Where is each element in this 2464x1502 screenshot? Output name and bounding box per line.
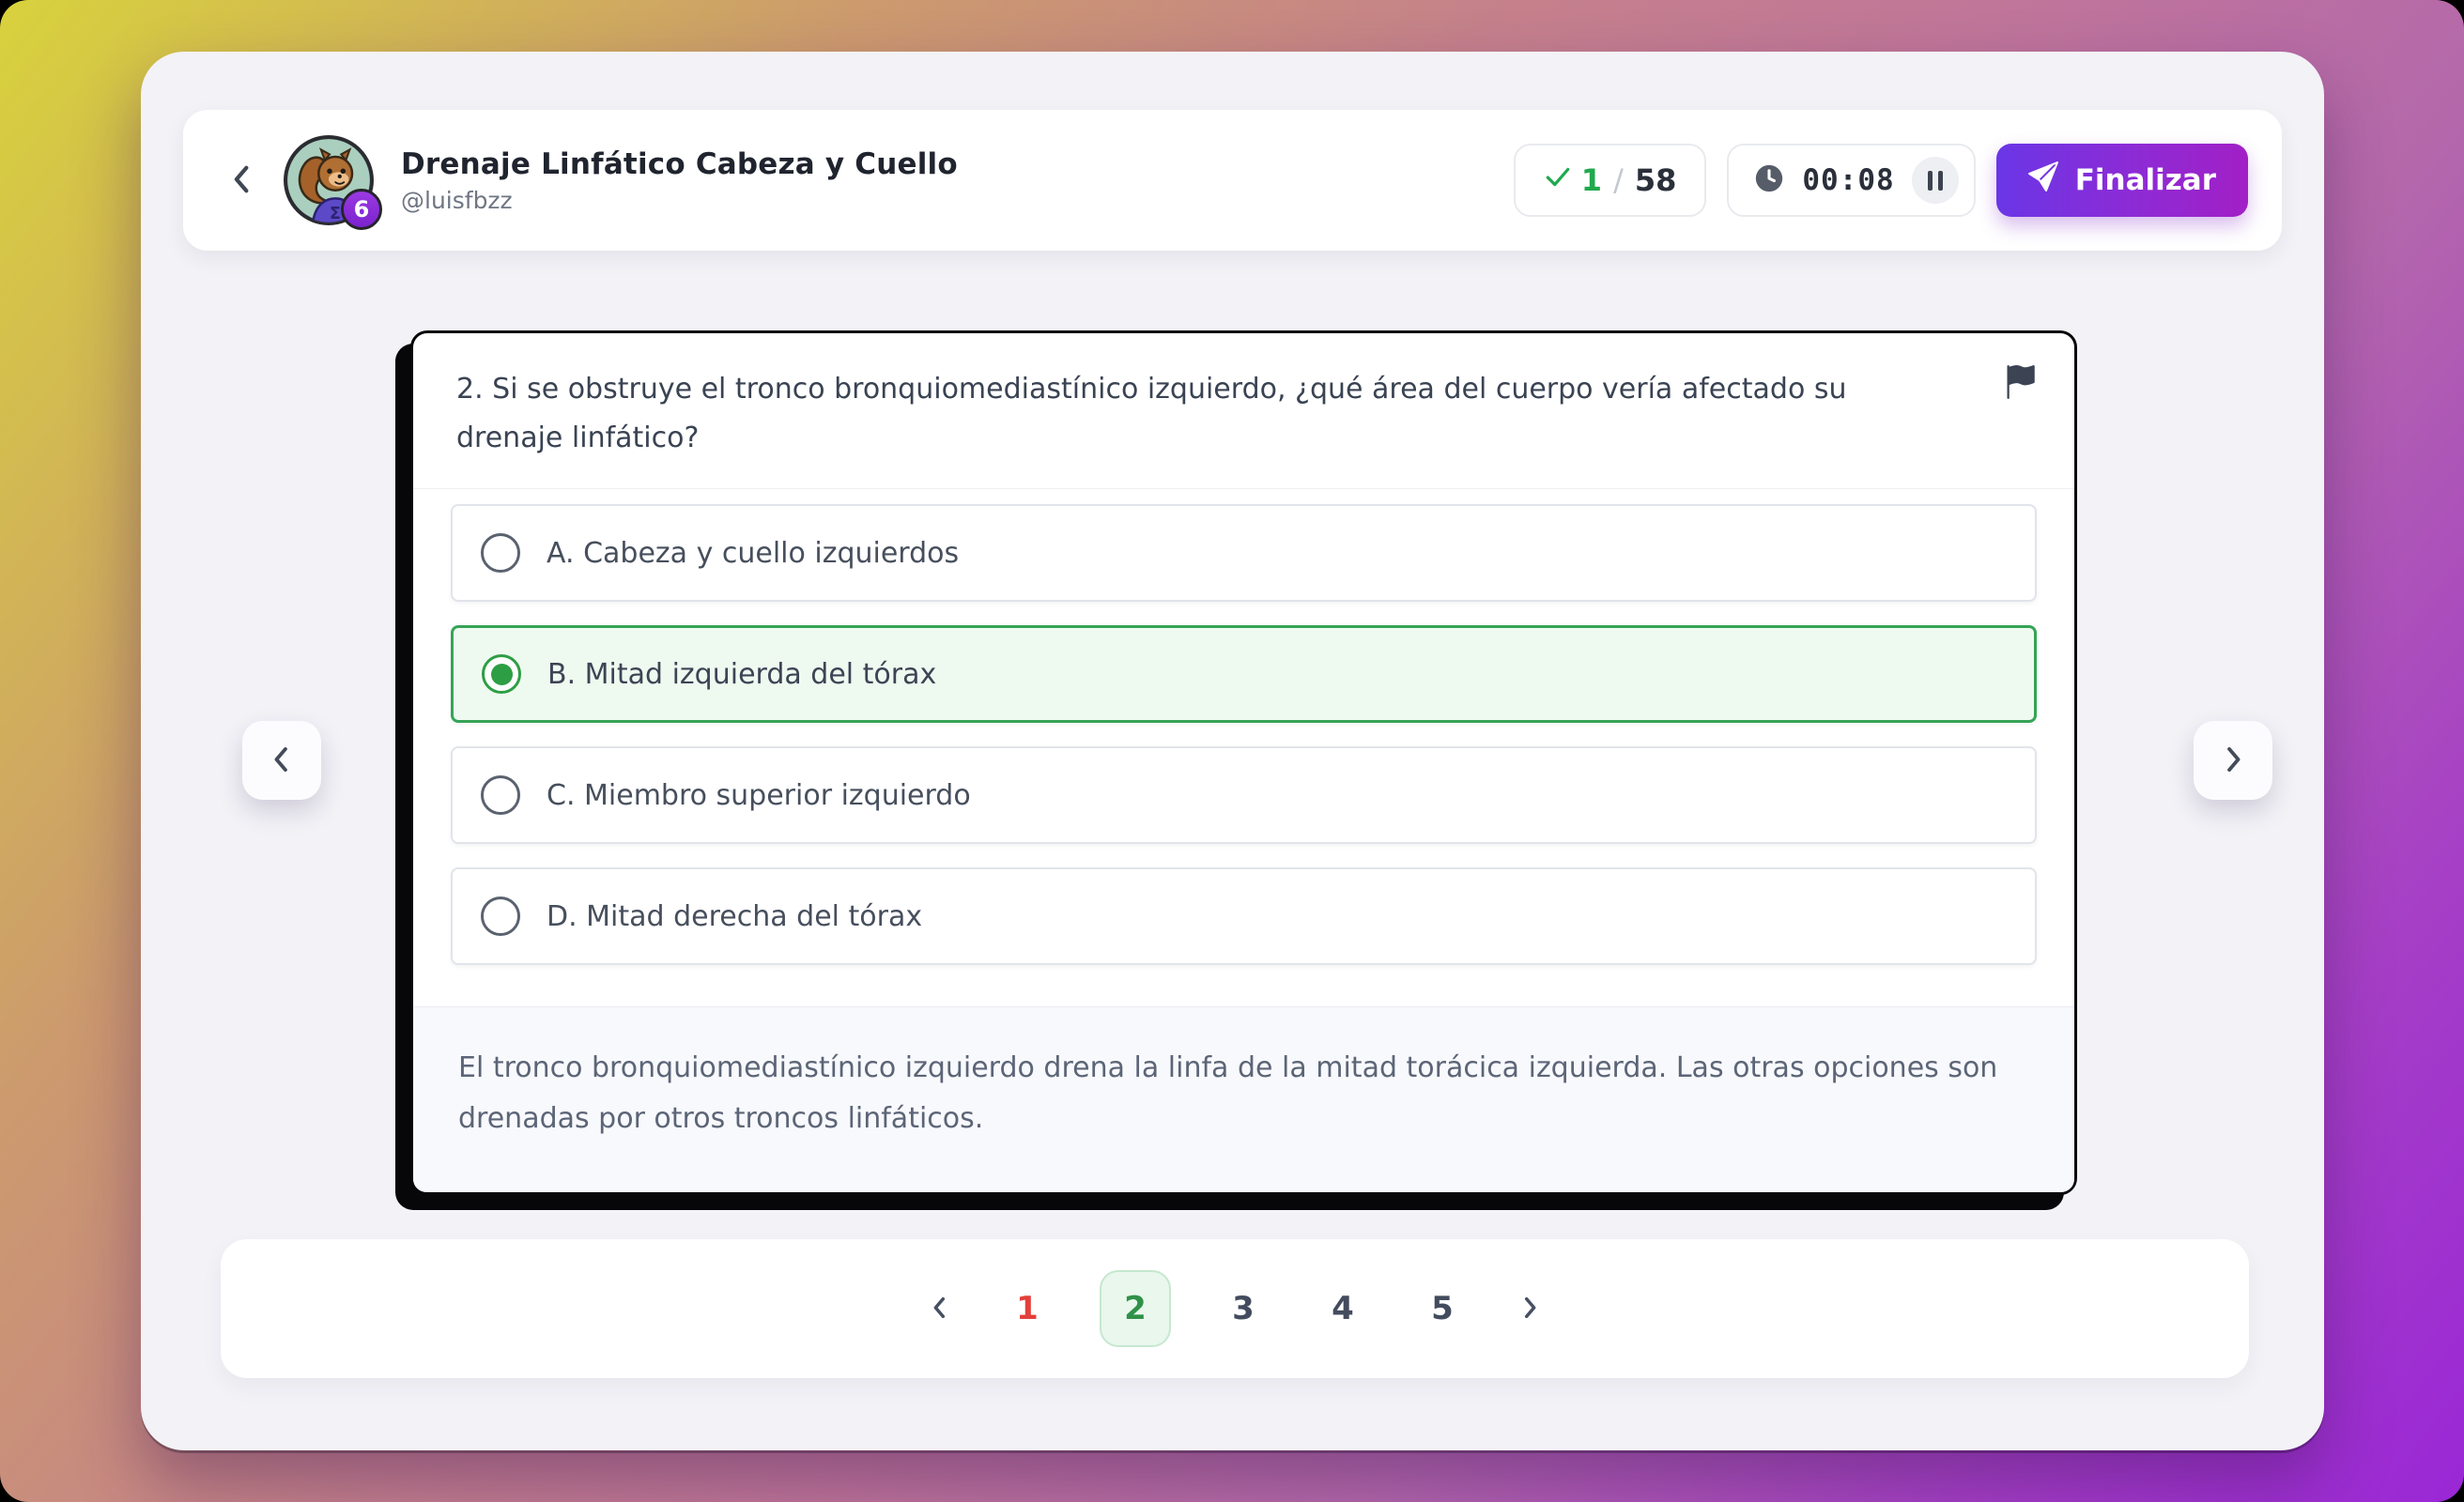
check-icon (1544, 162, 1572, 198)
score-pill: 1 / 58 (1514, 144, 1707, 217)
pagination-prev-button[interactable] (925, 1293, 955, 1326)
question-text: 2. Si se obstruye el tronco bronquiomedi… (456, 365, 1952, 462)
flag-question-button[interactable] (2003, 365, 2037, 402)
option-d-label: D. Mitad derecha del tórax (547, 900, 922, 933)
svg-text:Σ: Σ (330, 205, 341, 223)
explanation-text: El tronco bronquiomediastínico izquierdo… (458, 1043, 2029, 1143)
page-1-button[interactable]: 1 (1000, 1270, 1055, 1347)
page-5-button[interactable]: 5 (1415, 1270, 1470, 1347)
option-c[interactable]: C. Miembro superior izquierdo (451, 746, 2037, 844)
timer-pill: 00:08 (1727, 144, 1975, 217)
pagination-bar: 1 2 3 4 5 (221, 1239, 2249, 1378)
score-current: 1 (1581, 162, 1602, 198)
desktop-background: Σ 6 Drenaje Linfático Cabeza y Cuello @l… (0, 0, 2464, 1502)
quiz-title: Drenaje Linfático Cabeza y Cuello (401, 147, 958, 181)
option-c-label: C. Miembro superior izquierdo (547, 779, 971, 812)
page-4-button[interactable]: 4 (1316, 1270, 1370, 1347)
pagination-next-button[interactable] (1515, 1293, 1545, 1326)
page-3-button[interactable]: 3 (1216, 1270, 1270, 1347)
avatar: Σ 6 (283, 134, 375, 226)
chevron-left-icon (925, 1293, 955, 1326)
finish-button[interactable]: Finalizar (1996, 144, 2248, 217)
explanation-panel: El tronco bronquiomediastínico izquierdo… (413, 1006, 2074, 1192)
question-header: 2. Si se obstruye el tronco bronquiomedi… (413, 333, 2074, 489)
chevron-left-icon (223, 160, 262, 202)
pause-button[interactable] (1912, 157, 1959, 204)
radio-unselected-icon (481, 775, 520, 815)
question-card: 2. Si se obstruye el tronco bronquiomedi… (410, 330, 2077, 1195)
paper-plane-icon (2028, 161, 2058, 199)
quiz-author-username: @luisfbzz (401, 187, 958, 214)
header-actions: 1 / 58 00:08 (1514, 144, 2248, 217)
option-b-label: B. Mitad izquierda del tórax (547, 658, 936, 691)
quiz-header: Σ 6 Drenaje Linfático Cabeza y Cuello @l… (183, 110, 2282, 251)
back-button[interactable] (223, 160, 262, 202)
score-total: 58 (1635, 162, 1677, 198)
page-2-button-current[interactable]: 2 (1100, 1270, 1171, 1347)
timer-value: 00:08 (1802, 163, 1894, 197)
finish-button-label: Finalizar (2075, 163, 2216, 197)
chevron-left-icon (264, 742, 300, 780)
flag-icon (2003, 388, 2037, 402)
next-question-button[interactable] (2194, 721, 2272, 800)
option-b-selected[interactable]: B. Mitad izquierda del tórax (451, 625, 2037, 723)
title-block: Drenaje Linfático Cabeza y Cuello @luisf… (401, 147, 958, 214)
radio-unselected-icon (481, 533, 520, 573)
clock-icon (1753, 162, 1785, 198)
chevron-right-icon (2215, 742, 2251, 780)
level-badge: 6 (341, 189, 382, 230)
quiz-app-panel: Σ 6 Drenaje Linfático Cabeza y Cuello @l… (141, 52, 2324, 1450)
prev-question-button[interactable] (242, 721, 321, 800)
radio-unselected-icon (481, 897, 520, 936)
radio-selected-icon (482, 654, 521, 694)
chevron-right-icon (1515, 1293, 1545, 1326)
option-a[interactable]: A. Cabeza y cuello izquierdos (451, 504, 2037, 602)
score-separator: / (1611, 162, 1625, 198)
options-list: A. Cabeza y cuello izquierdos B. Mitad i… (413, 489, 2074, 1006)
pause-icon (1928, 171, 1933, 191)
option-a-label: A. Cabeza y cuello izquierdos (547, 537, 959, 570)
option-d[interactable]: D. Mitad derecha del tórax (451, 867, 2037, 965)
